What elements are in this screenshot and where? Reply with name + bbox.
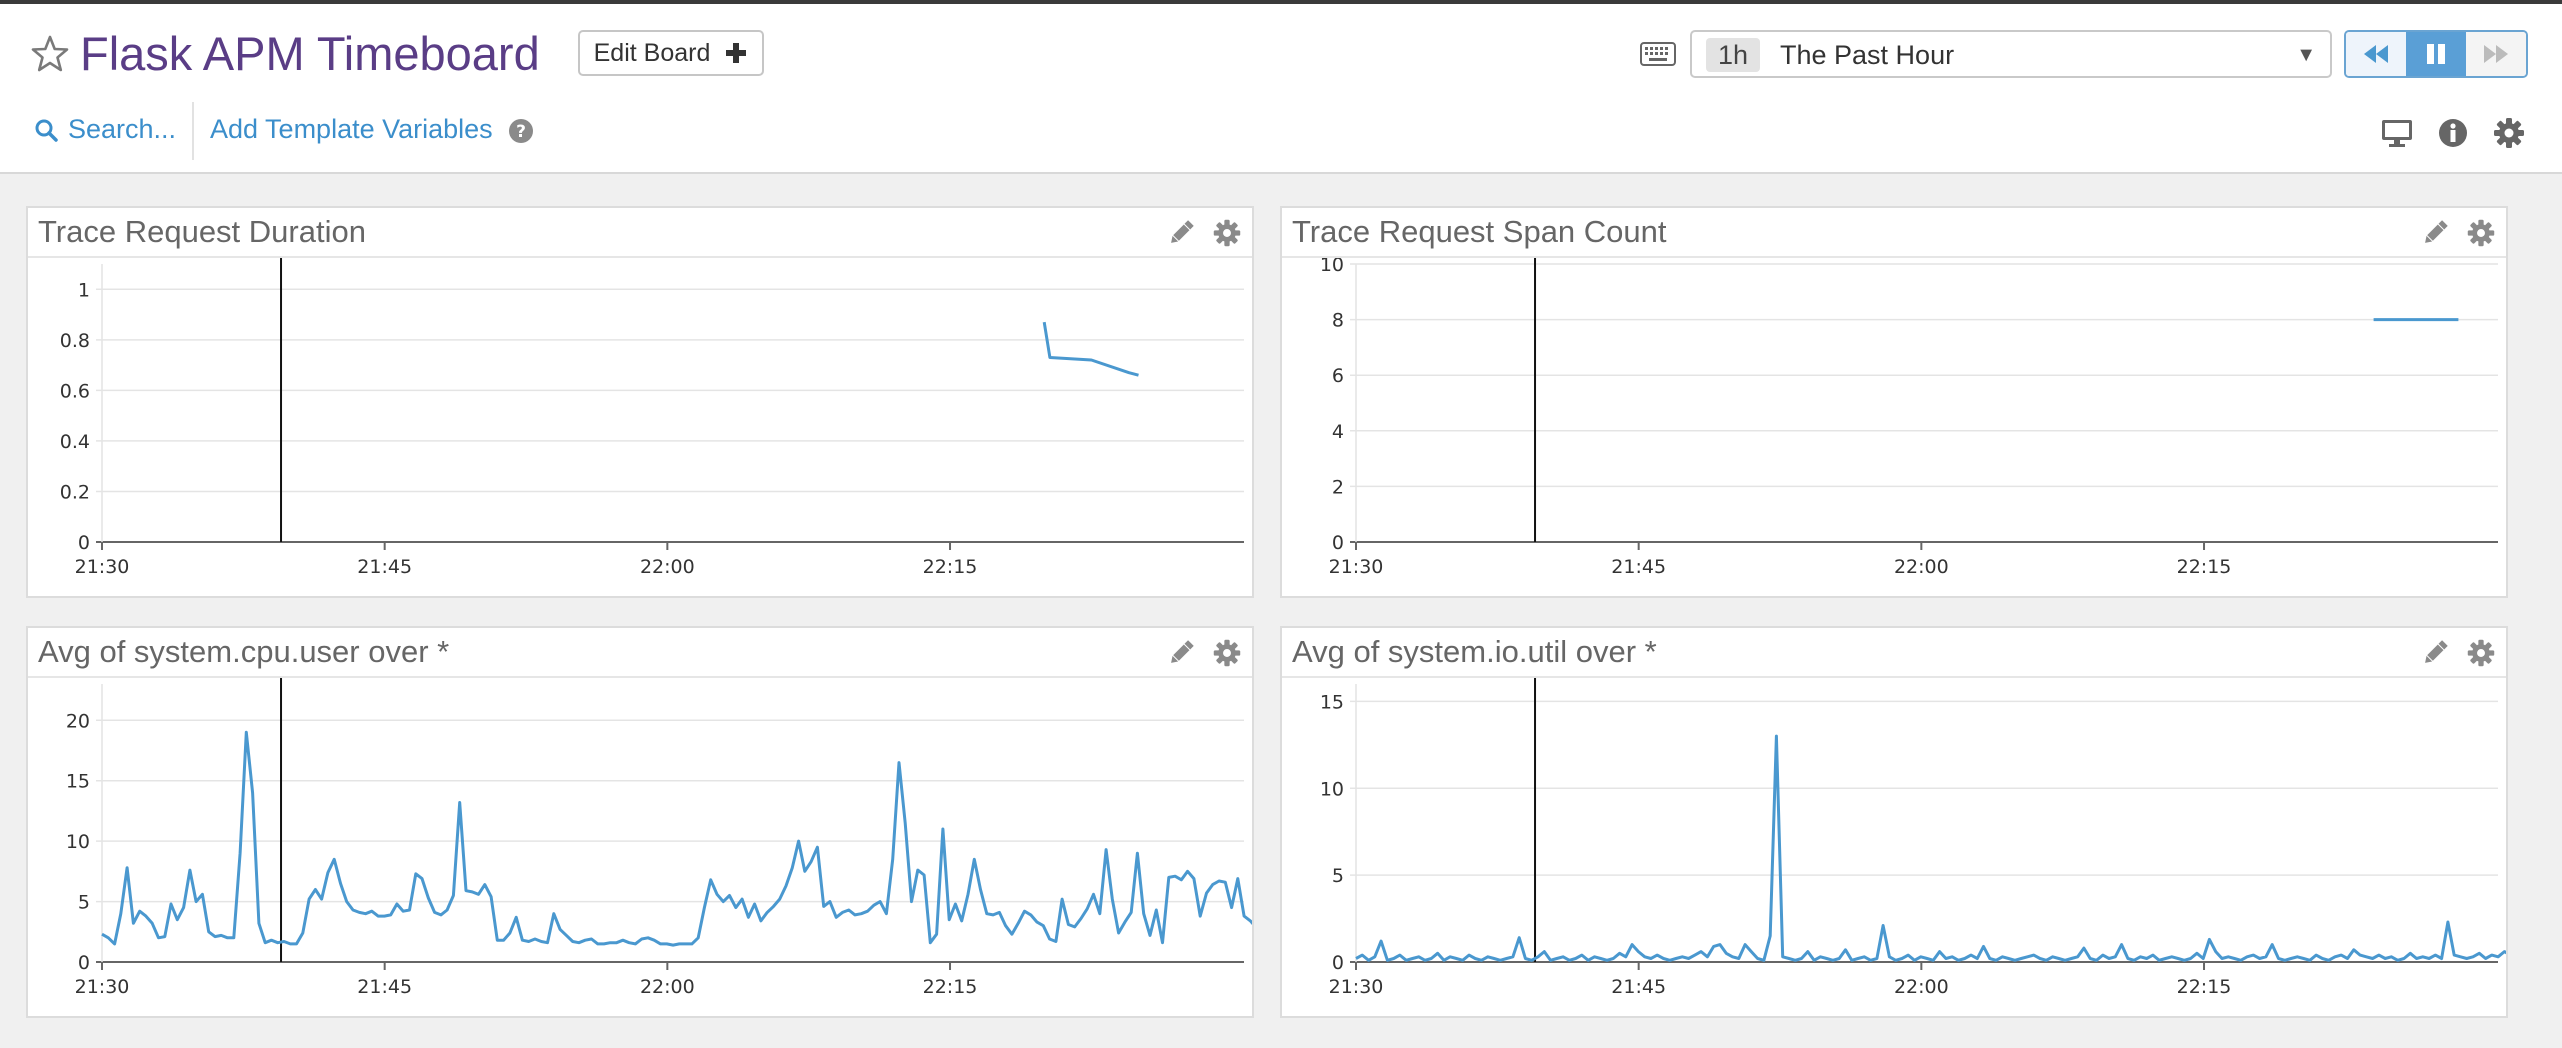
x-tick-label: 22:15: [2177, 556, 2232, 578]
y-tick-label: 0: [1332, 952, 1344, 974]
x-tick-label: 22:00: [640, 976, 695, 998]
playback-controls: [2344, 30, 2528, 78]
widget-avg-system-io-util: Avg of system.io.util over * 0 5 10 15 21:30…: [1280, 626, 2508, 1018]
chart-avg-system-io-util: 0 5 10 15 21:30 21:45 22:00 22:15: [1320, 678, 2506, 998]
y-tick-label: 0.2: [60, 481, 90, 503]
pencil-icon[interactable]: [2420, 638, 2450, 668]
y-tick-label: 0: [78, 952, 90, 974]
x-tick-label: 21:30: [75, 556, 130, 578]
plus-icon: [726, 43, 747, 63]
gear-icon[interactable]: [2492, 116, 2526, 150]
x-tick-label: 22:15: [2177, 976, 2232, 998]
x-tick-label: 22:00: [640, 556, 695, 578]
keyboard-icon[interactable]: [1640, 42, 1676, 66]
series-line: [1355, 734, 2506, 962]
widget-title: Avg of system.cpu.user over *: [38, 634, 450, 669]
x-tick-label: 22:00: [1894, 976, 1949, 998]
x-tick-label: 21:45: [357, 556, 412, 578]
page-title: Flask APM Timeboard: [80, 27, 540, 80]
y-tick-label: 15: [1320, 691, 1344, 713]
x-tick-label: 22:00: [1894, 556, 1949, 578]
pause-icon: [2427, 44, 2445, 64]
time-range-label: The Past Hour: [1780, 40, 1955, 70]
y-tick-label: 8: [1332, 310, 1344, 332]
chart-trace-request-span-count: 0 2 4 6 8 10 21:30 21:45 22:00 22:15: [1320, 258, 2498, 578]
y-tick-label: 4: [1332, 421, 1344, 443]
y-tick-label: 0: [1332, 532, 1344, 554]
x-tick-label: 21:30: [75, 976, 130, 998]
y-tick-label: 5: [1332, 865, 1344, 887]
fast-forward-button[interactable]: [2466, 32, 2526, 76]
pencil-icon[interactable]: [1166, 218, 1196, 248]
x-tick-label: 22:15: [923, 976, 978, 998]
gear-icon[interactable]: [2466, 218, 2496, 248]
widget-title: Avg of system.io.util over *: [1292, 634, 1657, 669]
gear-icon[interactable]: [1212, 638, 1242, 668]
x-tick-label: 21:45: [1611, 976, 1666, 998]
widget-avg-system-cpu-user: Avg of system.cpu.user over * 0 5 10 15 20 21…: [26, 626, 1254, 1018]
widget-trace-request-span-count: Trace Request Span Count 0 2 4 6 8 10 21:30 21:…: [1280, 206, 2508, 598]
y-tick-label: 2: [1332, 476, 1344, 498]
x-tick-label: 22:15: [923, 556, 978, 578]
edit-board-button[interactable]: Edit Board: [578, 30, 764, 76]
fast-forward-icon: [2484, 45, 2508, 63]
pause-button[interactable]: [2406, 32, 2466, 76]
y-tick-label: 6: [1332, 365, 1344, 387]
rewind-button[interactable]: [2346, 32, 2406, 76]
y-tick-label: 0.6: [60, 380, 90, 402]
y-tick-label: 0.8: [60, 330, 90, 352]
y-tick-label: 10: [66, 831, 90, 853]
widget-trace-request-duration: Trace Request Duration 0 0.2 0.4 0.6 0.8 1 21:…: [26, 206, 1254, 598]
y-tick-label: 15: [66, 771, 90, 793]
y-tick-label: 1: [78, 279, 90, 301]
search-link[interactable]: Search...: [34, 114, 176, 145]
y-tick-label: 5: [78, 892, 90, 914]
toolbar-divider: [192, 102, 194, 160]
svg-text:?: ?: [516, 122, 526, 142]
pencil-icon[interactable]: [1166, 638, 1196, 668]
widget-title: Trace Request Duration: [38, 214, 366, 249]
time-range-select[interactable]: 1h The Past Hour ▼: [1690, 30, 2332, 78]
search-icon: [35, 119, 58, 142]
gear-icon[interactable]: [2466, 638, 2496, 668]
series-line: [1042, 321, 1139, 377]
y-tick-label: 0.4: [60, 431, 90, 453]
search-label: Search...: [68, 114, 177, 144]
y-tick-label: 0: [78, 532, 90, 554]
series-line: [101, 730, 1252, 947]
chevron-down-icon: ▼: [2296, 44, 2316, 66]
x-tick-label: 21:45: [357, 976, 412, 998]
star-icon[interactable]: [30, 34, 70, 74]
info-icon[interactable]: [2436, 116, 2470, 150]
chart-trace-request-duration: 0 0.2 0.4 0.6 0.8 1 21:30 21:45 22:00 22:15: [60, 258, 1244, 578]
gear-icon[interactable]: [1212, 218, 1242, 248]
help-icon[interactable]: ?: [508, 118, 534, 144]
dashboard-header: Flask APM Timeboard Edit Board 1h The Pa…: [0, 4, 2562, 174]
widget-title: Trace Request Span Count: [1292, 214, 1667, 249]
x-tick-label: 21:45: [1611, 556, 1666, 578]
time-range-badge: 1h: [1706, 38, 1761, 72]
add-template-variables-link[interactable]: Add Template Variables: [210, 114, 493, 145]
x-tick-label: 21:30: [1329, 556, 1384, 578]
edit-board-label: Edit Board: [593, 38, 711, 67]
monitor-icon[interactable]: [2380, 116, 2414, 150]
pencil-icon[interactable]: [2420, 218, 2450, 248]
y-tick-label: 20: [66, 710, 90, 732]
chart-avg-system-cpu-user: 0 5 10 15 20 21:30 21:45 22:00 22:15: [66, 678, 1252, 998]
x-tick-label: 21:30: [1329, 976, 1384, 998]
y-tick-label: 10: [1320, 258, 1344, 276]
rewind-icon: [2364, 45, 2388, 63]
y-tick-label: 10: [1320, 778, 1344, 800]
